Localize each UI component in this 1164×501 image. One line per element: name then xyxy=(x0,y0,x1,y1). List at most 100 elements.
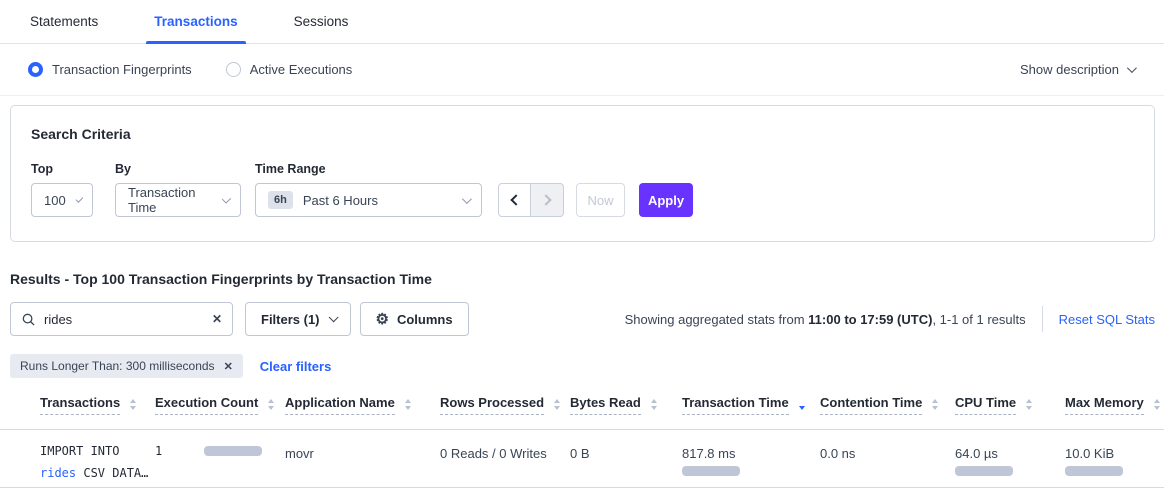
cell-bytes-read: 0 B xyxy=(570,430,682,461)
column-label: Bytes Read xyxy=(570,395,641,415)
page-tabs: Statements Transactions Sessions xyxy=(0,0,1164,44)
column-label: Execution Count xyxy=(155,395,258,415)
cell-application-name: movr xyxy=(285,430,440,461)
cell-max-memory: 10.0 KiB xyxy=(1065,430,1164,476)
tab-statements[interactable]: Statements xyxy=(28,0,100,43)
chevron-down-icon xyxy=(222,194,231,203)
radio-selected-icon xyxy=(28,62,43,77)
chevron-down-icon xyxy=(462,194,472,204)
column-header-rows-processed[interactable]: Rows Processed xyxy=(440,395,570,415)
sort-icon xyxy=(932,399,938,410)
view-toggle-row: Transaction Fingerprints Active Executio… xyxy=(0,44,1164,96)
radio-unselected-icon xyxy=(226,62,241,77)
sort-icon xyxy=(1026,399,1032,410)
chevron-down-icon xyxy=(75,195,83,203)
cell-rows-processed: 0 Reads / 0 Writes xyxy=(440,430,570,461)
time-range-select[interactable]: 6h Past 6 Hours xyxy=(255,183,482,217)
chevron-down-icon xyxy=(1127,63,1137,73)
time-range-label: Time Range xyxy=(255,162,482,176)
filters-label: Filters (1) xyxy=(261,312,320,327)
search-criteria-card: Search Criteria Top 100 By Transaction T… xyxy=(10,105,1155,242)
time-range-value: Past 6 Hours xyxy=(303,193,378,208)
now-button[interactable]: Now xyxy=(576,183,625,217)
remove-filter-icon[interactable]: ✕ xyxy=(224,360,233,373)
sort-icon xyxy=(651,399,657,410)
stats-time-range: 11:00 to 17:59 (UTC) xyxy=(808,312,932,327)
chevron-right-icon xyxy=(540,194,551,205)
sort-icon xyxy=(405,399,411,410)
top-label: Top xyxy=(31,162,93,176)
table-row: IMPORT INTO rides CSV DATA… 1 movr 0 Rea… xyxy=(0,430,1164,488)
cell-contention-time: 0.0 ns xyxy=(820,430,955,461)
sort-desc-icon xyxy=(799,399,805,410)
sort-icon xyxy=(130,399,136,410)
radio-label: Transaction Fingerprints xyxy=(52,62,192,77)
search-box: ✕ xyxy=(10,302,233,336)
show-description-toggle[interactable]: Show description xyxy=(1020,62,1134,77)
time-next-button[interactable] xyxy=(531,183,564,217)
search-criteria-title: Search Criteria xyxy=(31,126,1134,142)
column-header-transactions[interactable]: Transactions xyxy=(40,395,155,415)
active-filters-row: Runs Longer Than: 300 milliseconds ✕ Cle… xyxy=(10,354,1164,378)
results-heading: Results - Top 100 Transaction Fingerprin… xyxy=(10,271,1164,287)
by-select-value: Transaction Time xyxy=(128,185,212,215)
search-input[interactable] xyxy=(44,312,203,327)
transaction-rest: CSV DATA… xyxy=(76,466,148,480)
value-bar xyxy=(955,466,1013,476)
transaction-line1: IMPORT INTO xyxy=(40,444,119,458)
cell-execution-count: 1 xyxy=(155,430,285,458)
filters-button[interactable]: Filters (1) xyxy=(245,302,351,336)
by-label: By xyxy=(115,162,241,176)
column-header-bytes-read[interactable]: Bytes Read xyxy=(570,395,682,415)
top-select[interactable]: 100 xyxy=(31,183,93,217)
column-header-execution-count[interactable]: Execution Count xyxy=(155,395,285,415)
cell-transaction: IMPORT INTO rides CSV DATA… xyxy=(40,430,155,484)
clear-search-icon[interactable]: ✕ xyxy=(212,312,222,326)
column-header-contention-time[interactable]: Contention Time xyxy=(820,395,955,415)
results-controls: ✕ Filters (1) ⚙ Columns Showing aggregat… xyxy=(10,302,1155,336)
divider xyxy=(1042,306,1043,332)
time-prev-button[interactable] xyxy=(498,183,531,217)
column-header-transaction-time[interactable]: Transaction Time xyxy=(682,395,820,415)
value-bar xyxy=(204,446,262,456)
column-label: Transaction Time xyxy=(682,395,789,415)
column-label: Transactions xyxy=(40,395,120,415)
clear-filters-link[interactable]: Clear filters xyxy=(260,359,332,374)
aggregated-stats-text: Showing aggregated stats from 11:00 to 1… xyxy=(625,312,1026,327)
column-label: Application Name xyxy=(285,395,395,415)
top-select-value: 100 xyxy=(44,193,66,208)
cell-transaction-time: 817.8 ms xyxy=(682,430,820,476)
column-label: Max Memory xyxy=(1065,395,1144,415)
radio-transaction-fingerprints[interactable]: Transaction Fingerprints xyxy=(28,62,192,77)
column-header-max-memory[interactable]: Max Memory xyxy=(1065,395,1164,415)
sort-icon xyxy=(554,399,560,410)
column-label: CPU Time xyxy=(955,395,1016,415)
time-range-badge: 6h xyxy=(268,191,293,209)
tab-transactions[interactable]: Transactions xyxy=(152,0,239,43)
tab-sessions[interactable]: Sessions xyxy=(292,0,351,43)
column-label: Rows Processed xyxy=(440,395,544,415)
search-icon xyxy=(22,313,35,326)
columns-button[interactable]: ⚙ Columns xyxy=(360,302,469,336)
column-header-cpu-time[interactable]: CPU Time xyxy=(955,395,1065,415)
chevron-left-icon xyxy=(510,194,521,205)
by-select[interactable]: Transaction Time xyxy=(115,183,241,217)
chevron-down-icon xyxy=(328,312,338,322)
gear-icon: ⚙ xyxy=(376,312,389,327)
table-header-row: Transactions Execution Count Application N… xyxy=(0,395,1164,430)
column-label: Contention Time xyxy=(820,395,922,415)
filter-pill[interactable]: Runs Longer Than: 300 milliseconds ✕ xyxy=(10,354,243,378)
filter-pill-label: Runs Longer Than: 300 milliseconds xyxy=(20,359,215,373)
column-header-application-name[interactable]: Application Name xyxy=(285,395,440,415)
value-bar xyxy=(1065,466,1123,476)
value-bar xyxy=(682,466,740,476)
radio-active-executions[interactable]: Active Executions xyxy=(226,62,353,77)
columns-label: Columns xyxy=(397,312,453,327)
transaction-fingerprint-link[interactable]: rides xyxy=(40,466,76,480)
sort-icon xyxy=(268,399,274,410)
apply-button[interactable]: Apply xyxy=(639,183,693,217)
reset-sql-stats-link[interactable]: Reset SQL Stats xyxy=(1059,312,1155,327)
show-description-label: Show description xyxy=(1020,62,1119,77)
cell-cpu-time: 64.0 µs xyxy=(955,430,1065,476)
radio-label: Active Executions xyxy=(250,62,353,77)
